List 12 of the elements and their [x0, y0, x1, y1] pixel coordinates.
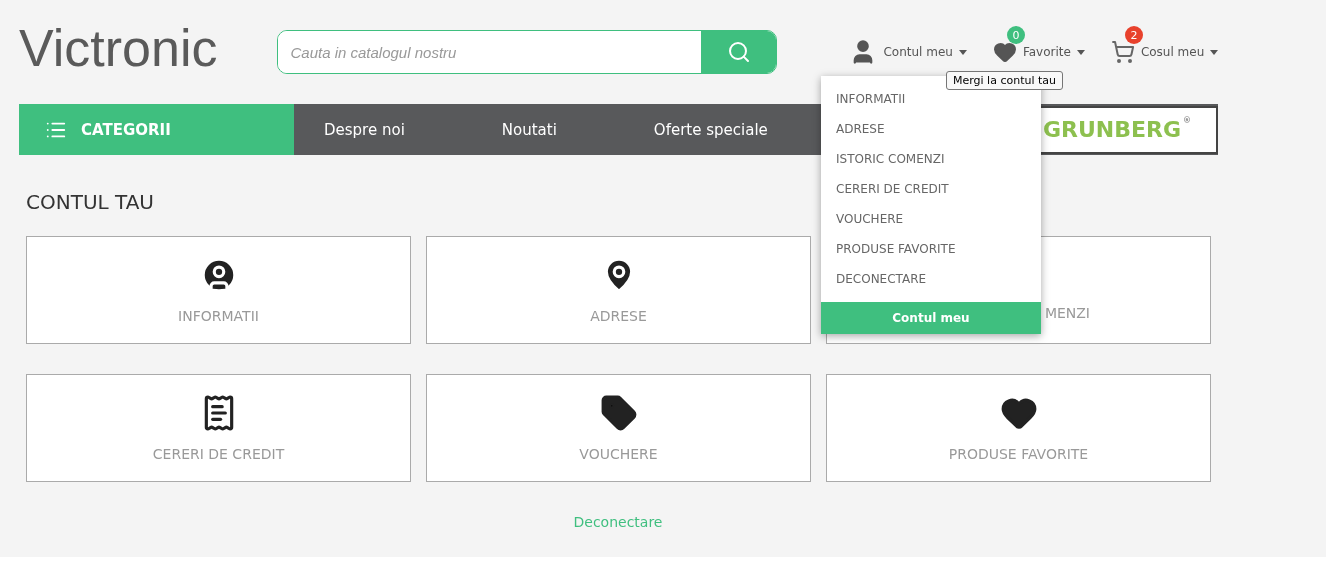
- page-title: CONTUL TAU: [26, 190, 155, 214]
- count-badge: 2: [1124, 26, 1143, 44]
- card-label: INFORMATII: [178, 308, 259, 324]
- card-label: VOUCHERE: [579, 446, 658, 462]
- brand-name: GRUNBERG: [1042, 117, 1181, 142]
- card-label: ADRESE: [590, 308, 647, 324]
- card-label: PRODUSE FAVORITE: [948, 446, 1089, 462]
- card-label: CERERI DE CREDIT: [152, 446, 285, 462]
- tooltip: Mergi la contul tau: [946, 71, 1064, 90]
- registered-mark: ®: [1183, 115, 1191, 125]
- card-label: MENZI: [1044, 305, 1090, 321]
- count-badge: 0: [1006, 26, 1025, 44]
